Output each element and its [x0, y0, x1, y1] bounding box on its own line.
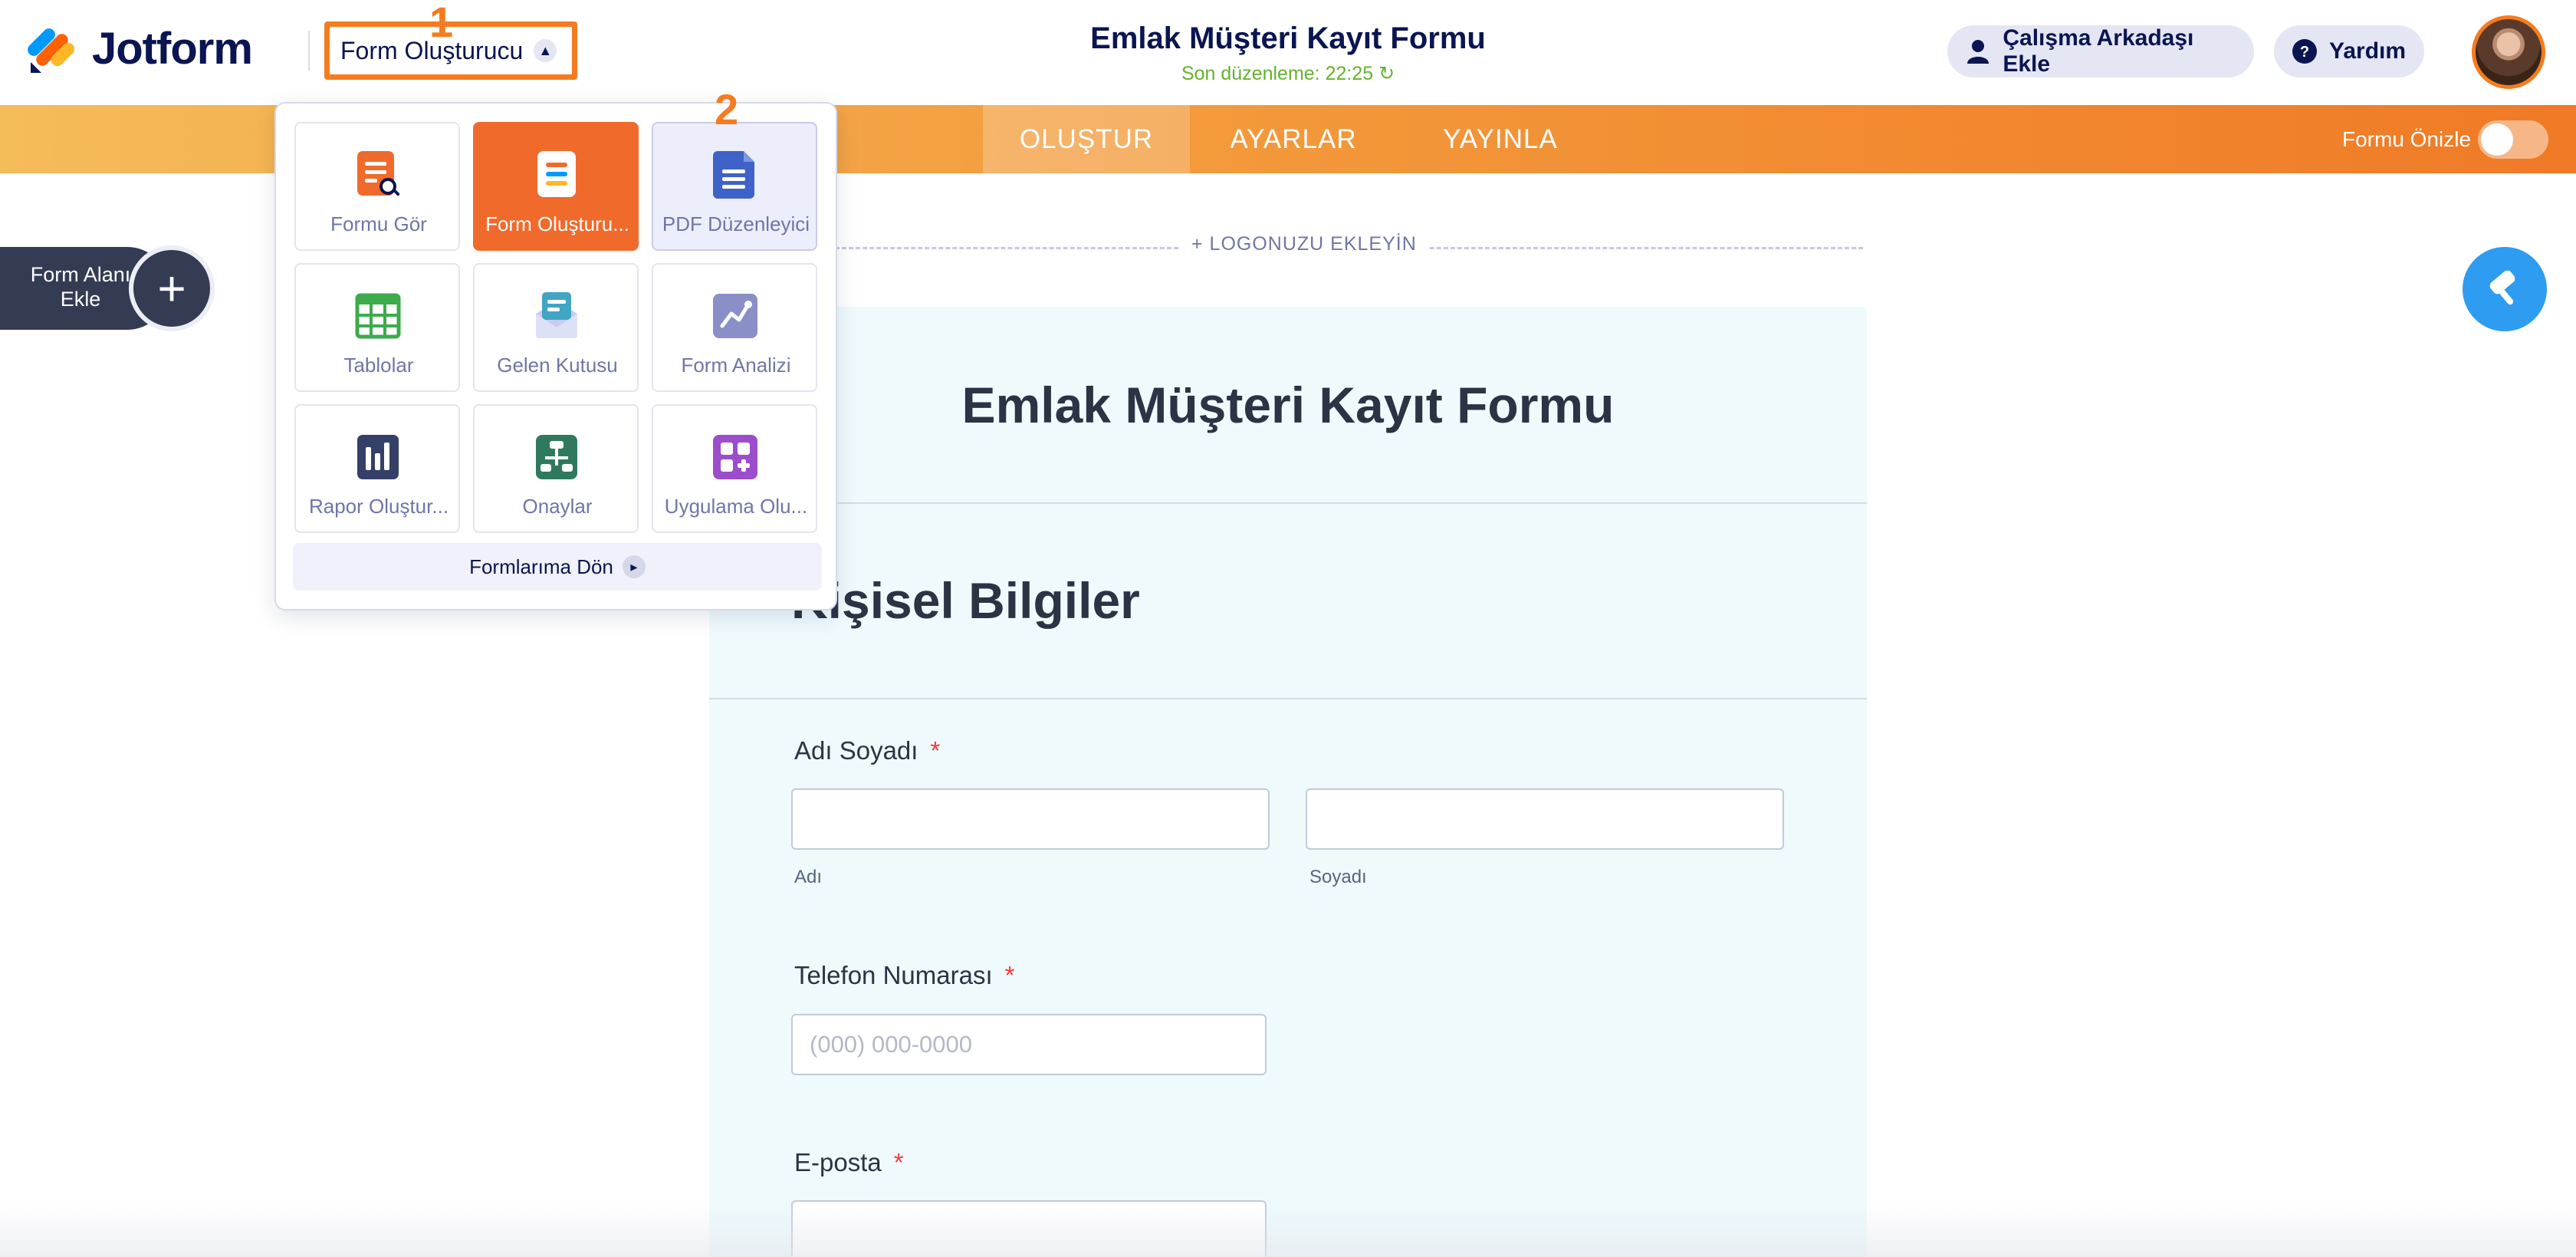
- back-to-my-forms-button[interactable]: Formlarıma Dön ▸: [293, 543, 822, 591]
- tables-icon: [355, 293, 401, 339]
- paint-roller-icon: [2489, 270, 2515, 305]
- back-to-my-forms-label: Formlarıma Dön: [469, 554, 613, 578]
- jotform-logo-icon: [28, 28, 75, 73]
- brand-name: Jotform: [92, 24, 253, 74]
- required-mark: *: [893, 1148, 904, 1176]
- phone-input[interactable]: (000) 000-0000: [791, 1014, 1267, 1075]
- tab-publish[interactable]: YAYINLA: [1397, 105, 1604, 173]
- app-builder-icon: [713, 435, 757, 479]
- menu-item-form-builder[interactable]: Form Oluşturu...: [473, 122, 639, 251]
- top-header: Jotform Form Oluşturucu ▲ 1 Emlak Müşter…: [0, 0, 2576, 105]
- section-divider: [709, 698, 1867, 699]
- menu-item-form-analytics[interactable]: Form Analizi: [652, 263, 817, 392]
- invite-collaborator-button[interactable]: Çalışma Arkadaşı Ekle: [1947, 25, 2254, 77]
- email-input[interactable]: [791, 1200, 1267, 1257]
- section-title[interactable]: Kişisel Bilgiler: [791, 571, 1140, 630]
- chevron-right-icon: ▸: [622, 555, 646, 578]
- menu-item-report-builder[interactable]: Rapor Oluştur...: [294, 404, 460, 533]
- add-form-element-label: Form Alanı Ekle: [30, 263, 131, 311]
- menu-item-label: PDF Düzenleyici: [662, 212, 810, 235]
- add-form-element-button[interactable]: Form Alanı Ekle +: [0, 245, 216, 331]
- user-avatar[interactable]: [2472, 15, 2545, 89]
- menu-item-label: Gelen Kutusu: [497, 354, 618, 377]
- jotform-logo[interactable]: Jotform: [28, 23, 253, 74]
- tab-build[interactable]: OLUŞTUR: [983, 105, 1190, 173]
- product-switcher-menu: Formu Gör Form Oluşturu... PDF Düzenleyi…: [274, 102, 837, 610]
- full-name-label: Adı Soyadı *: [794, 736, 940, 765]
- menu-item-label: Form Oluşturu...: [485, 212, 629, 235]
- menu-item-label: Uygulama Olu...: [664, 495, 808, 518]
- form-analytics-icon: [713, 294, 757, 338]
- menu-item-label: Onaylar: [522, 495, 593, 518]
- pdf-editor-icon: [713, 151, 754, 199]
- inbox-icon: [536, 292, 577, 338]
- full-name-label-text: Adı Soyadı: [794, 736, 918, 765]
- form-designer-button[interactable]: [2463, 247, 2547, 331]
- menu-item-pdf-editor[interactable]: PDF Düzenleyici: [652, 122, 817, 251]
- preview-toggle[interactable]: [2478, 120, 2548, 159]
- help-icon: ?: [2292, 38, 2317, 64]
- form-heading[interactable]: Emlak Müşteri Kayıt Formu: [709, 376, 1867, 434]
- email-label: E-posta *: [794, 1148, 904, 1177]
- last-name-input[interactable]: [1306, 788, 1784, 850]
- help-label: Yardım: [2329, 38, 2407, 64]
- annotation-number-2: 2: [715, 85, 739, 133]
- add-logo-link[interactable]: + LOGONUZU EKLEYİN: [1181, 233, 1428, 255]
- help-button[interactable]: ? Yardım: [2274, 25, 2424, 77]
- menu-item-inbox[interactable]: Gelen Kutusu: [473, 263, 639, 392]
- required-mark: *: [1004, 961, 1015, 989]
- preview-label: Formu Önizle: [2342, 127, 2472, 151]
- header-divider: [308, 31, 310, 71]
- form-title[interactable]: Emlak Müşteri Kayıt Formu: [981, 21, 1595, 56]
- user-icon: [1966, 38, 1990, 64]
- phone-label-text: Telefon Numarası: [794, 961, 993, 989]
- menu-item-label: Tablolar: [343, 354, 414, 377]
- phone-label: Telefon Numarası *: [794, 961, 1014, 990]
- svg-text:?: ?: [2300, 44, 2309, 61]
- approvals-icon: [536, 435, 577, 479]
- invite-collaborator-label: Çalışma Arkadaşı Ekle: [2003, 25, 2194, 77]
- preview-toggle-knob: [2481, 123, 2513, 156]
- chevron-up-icon: ▲: [534, 39, 557, 62]
- menu-item-label: Rapor Oluştur...: [308, 495, 449, 518]
- menu-item-label: Formu Gör: [330, 212, 427, 235]
- menu-item-approvals[interactable]: Onaylar: [473, 404, 639, 533]
- plus-icon: +: [129, 245, 215, 331]
- tab-settings[interactable]: AYARLAR: [1190, 105, 1397, 173]
- report-builder-icon: [357, 435, 399, 479]
- first-name-sublabel: Adı: [794, 867, 823, 887]
- required-mark: *: [930, 736, 941, 765]
- last-edit-status: Son düzenleme: 22:25 ↻: [1181, 63, 1395, 84]
- email-label-text: E-posta: [794, 1148, 882, 1176]
- form-canvas: Emlak Müşteri Kayıt Formu Kişisel Bilgil…: [709, 307, 1867, 1257]
- menu-item-tables[interactable]: Tablolar: [294, 263, 460, 392]
- form-builder-icon: [537, 151, 576, 197]
- heading-divider: [709, 502, 1867, 504]
- menu-item-label: Form Analizi: [681, 354, 791, 377]
- last-name-sublabel: Soyadı: [1309, 867, 1367, 887]
- menu-item-form-view[interactable]: Formu Gör: [294, 122, 460, 251]
- menu-item-app-builder[interactable]: Uygulama Olu...: [652, 404, 817, 533]
- first-name-input[interactable]: [791, 788, 1270, 850]
- annotation-number-1: 1: [429, 0, 454, 46]
- form-view-icon: [357, 151, 400, 196]
